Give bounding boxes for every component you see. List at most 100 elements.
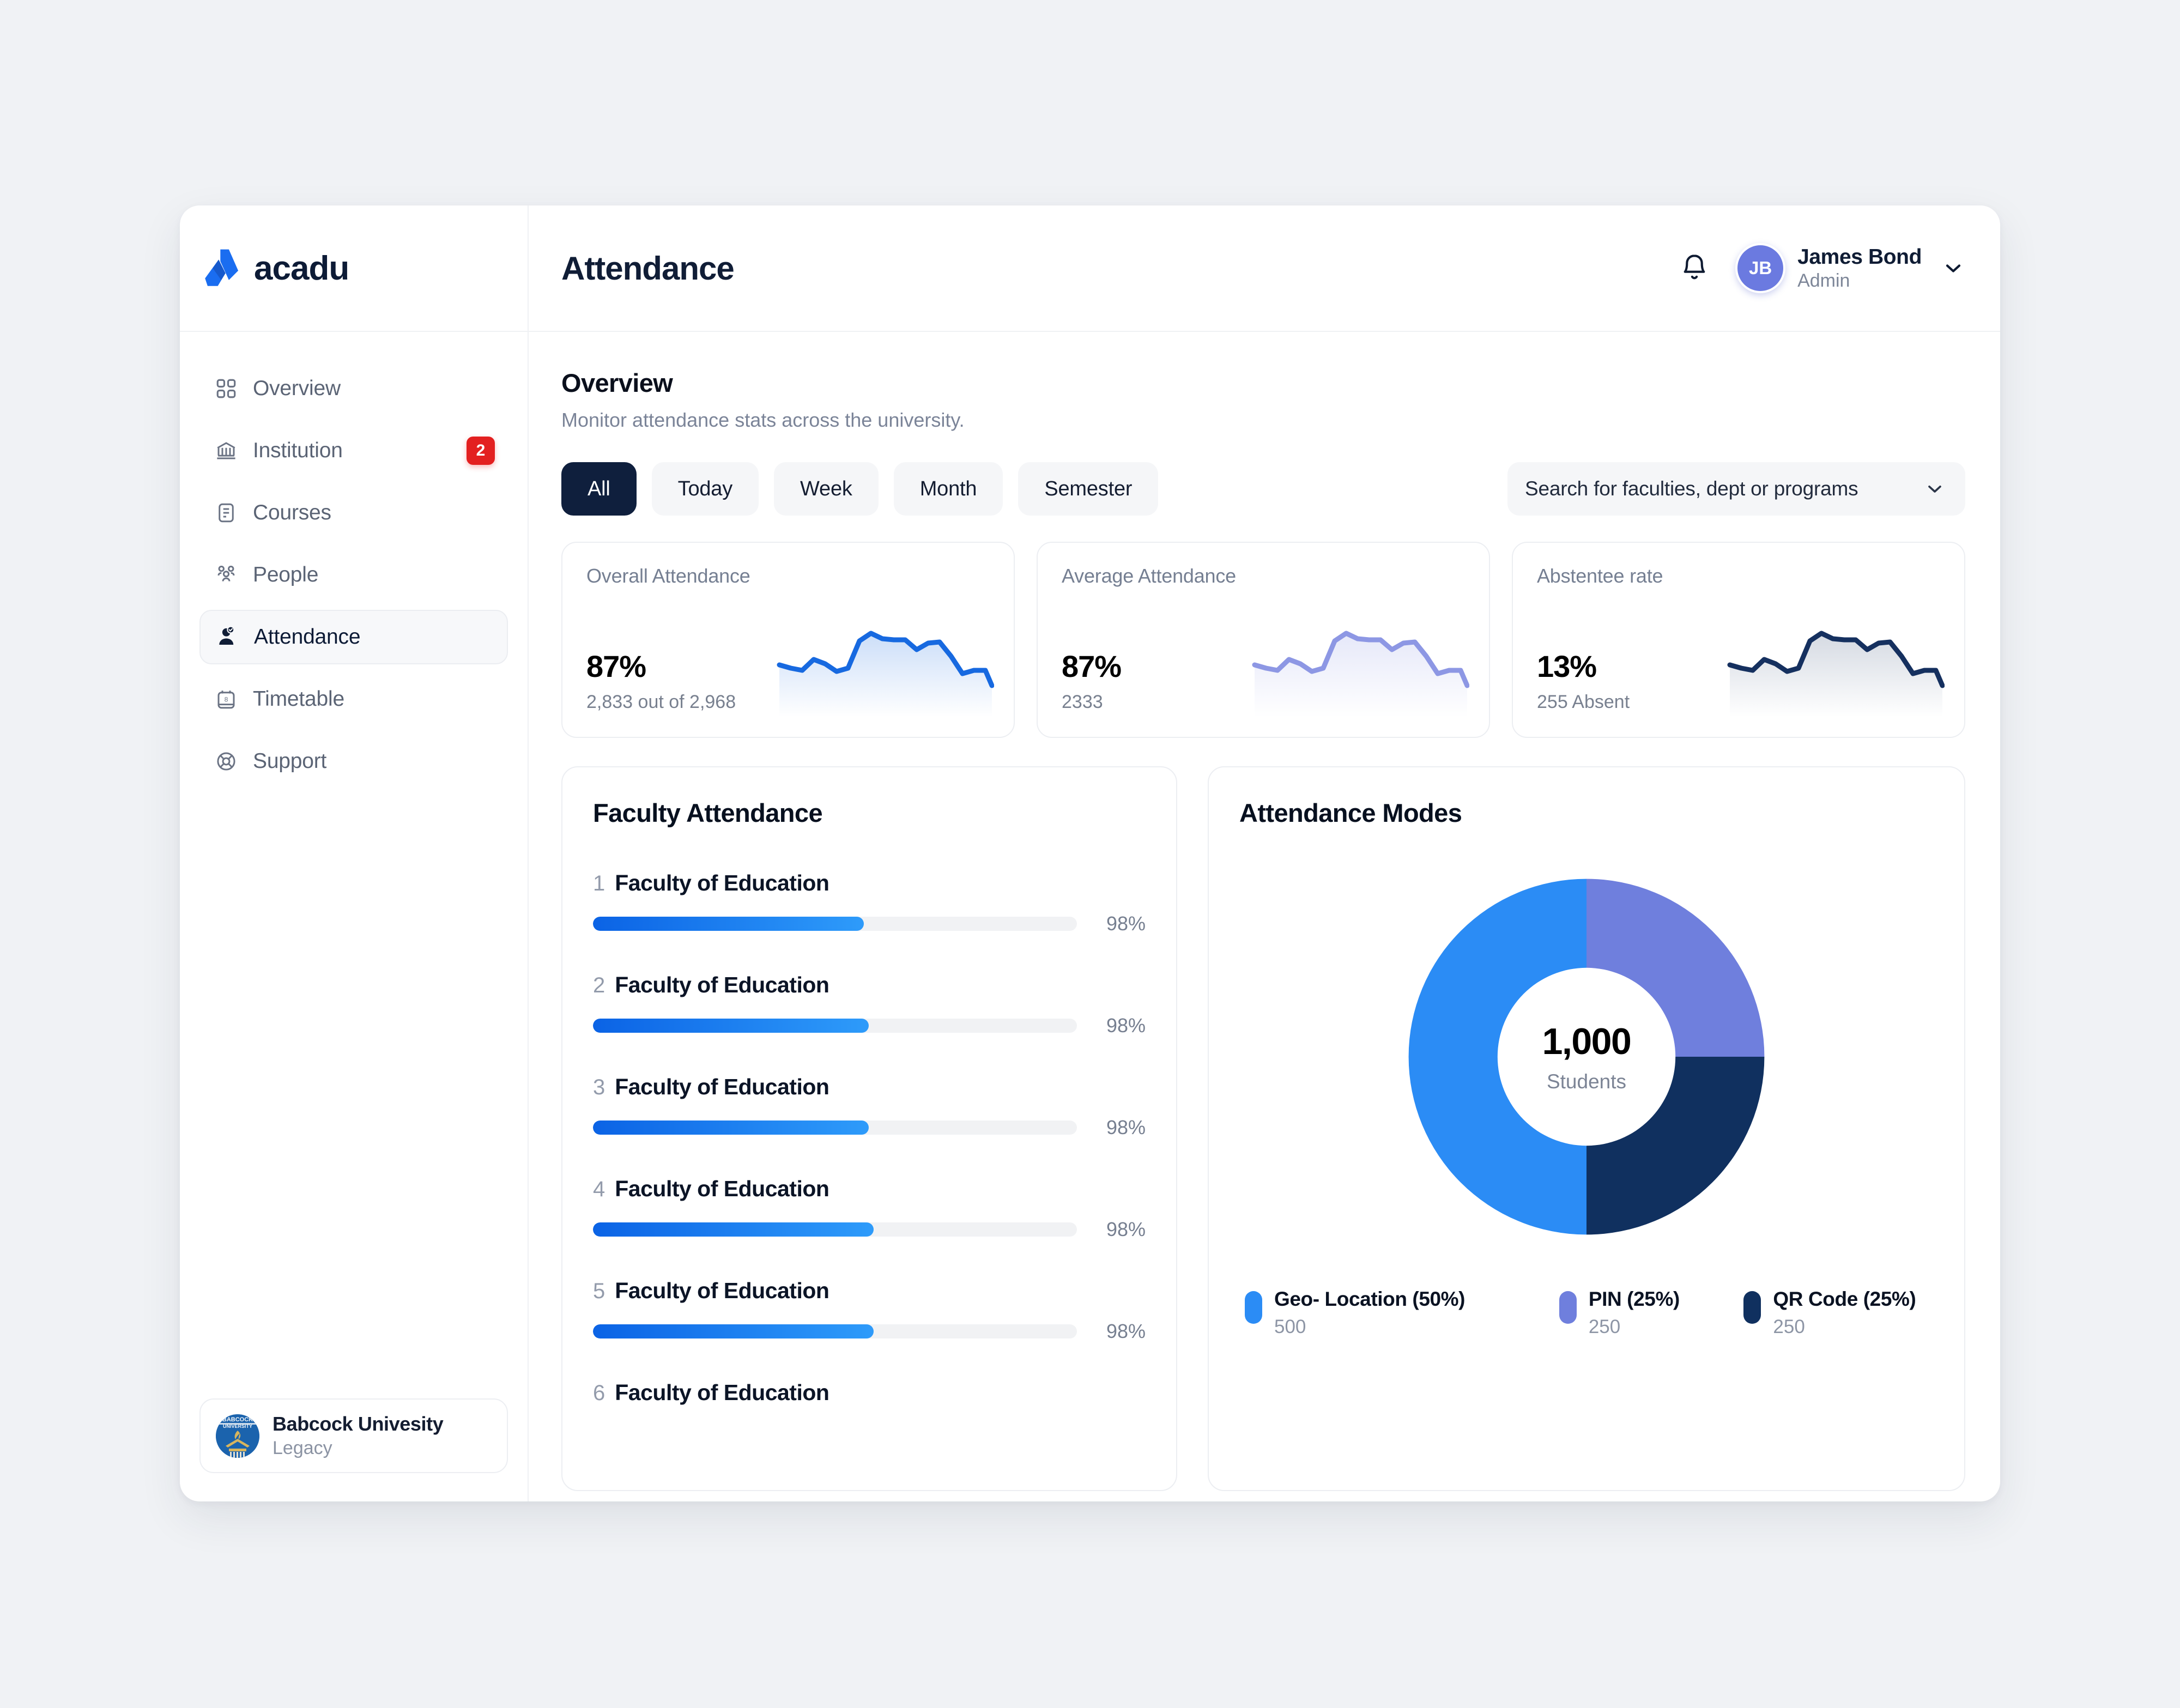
sidebar-item-timetable[interactable]: 8 Timetable [199, 672, 508, 726]
babcock-crest-icon: BABCOCK UNIVERSITY [216, 1414, 259, 1458]
faculty-list: 1 Faculty of Education 98% 2 Faculty of … [593, 870, 1146, 1406]
main-area: Attendance JB James Bond Admin Overview … [529, 205, 2000, 1501]
acadu-logo-icon [202, 247, 244, 289]
legend-swatch [1743, 1291, 1761, 1324]
lifebuoy-icon [214, 749, 239, 774]
faculty-percent: 98% [1106, 1014, 1146, 1037]
stat-label: Average Attendance [1062, 565, 1236, 587]
stat-card-overall-attendance: Overall Attendance 87% 2,833 out of 2,96… [561, 542, 1015, 738]
progress-bar [593, 1121, 1077, 1135]
legend-label: Geo- Location (50%) [1274, 1288, 1466, 1310]
stat-value: 87% [586, 649, 646, 683]
page-title: Attendance [561, 250, 735, 287]
faculty-percent: 98% [1106, 912, 1146, 935]
sidebar-item-overview[interactable]: Overview [199, 361, 508, 416]
brand[interactable]: acadu [180, 205, 528, 332]
topbar-actions: JB James Bond Admin [1678, 243, 1965, 293]
app-window: acadu Overview Institution 2 Courses Peo… [180, 205, 2000, 1501]
sidebar-item-support[interactable]: Support [199, 734, 508, 789]
content: Overview Monitor attendance stats across… [529, 332, 2000, 1501]
progress-bar [593, 917, 1077, 931]
stat-cards: Overall Attendance 87% 2,833 out of 2,96… [561, 542, 1965, 738]
donut-center-label: 1,000 Students [1401, 871, 1772, 1242]
legend-item-pin: PIN (25%) 250 [1559, 1288, 1744, 1338]
chevron-down-icon[interactable] [1924, 478, 1946, 500]
topbar: Attendance JB James Bond Admin [529, 205, 2000, 332]
user-role: Admin [1797, 270, 1850, 291]
faculty-name: Faculty of Education [615, 972, 829, 997]
legend-swatch [1245, 1291, 1262, 1324]
donut-legend: Geo- Location (50%) 500 PIN (25%) 250 QR… [1239, 1288, 1934, 1338]
legend-value: 250 [1588, 1316, 1621, 1337]
organization-card[interactable]: BABCOCK UNIVERSITY Babcock Univesity Leg… [199, 1398, 508, 1473]
stat-value: 87% [1062, 649, 1122, 683]
sparkline-chart [1727, 614, 1945, 717]
chevron-down-icon[interactable] [1941, 256, 1965, 280]
filter-row: All Today Week Month Semester Search for… [561, 462, 1965, 516]
faculty-rank: 1 [593, 871, 605, 895]
sidebar-item-label: Timetable [253, 687, 344, 711]
sidebar-item-label: Institution [253, 439, 343, 462]
organization-plan: Legacy [272, 1438, 332, 1458]
chip-month[interactable]: Month [893, 462, 1003, 516]
legend-value: 500 [1274, 1316, 1306, 1337]
bell-icon[interactable] [1678, 251, 1711, 285]
brand-name: acadu [254, 249, 349, 287]
avatar: JB [1735, 243, 1786, 293]
faculty-name: Faculty of Education [615, 1380, 829, 1405]
faculty-attendance-panel: Faculty Attendance 1 Faculty of Educatio… [561, 766, 1177, 1491]
list-item[interactable]: 1 Faculty of Education 98% [593, 870, 1146, 935]
sidebar-item-label: Overview [253, 377, 341, 400]
list-item[interactable]: 4 Faculty of Education 98% [593, 1176, 1146, 1241]
search-input[interactable]: Search for faculties, dept or programs [1525, 477, 1924, 500]
sidebar-item-courses[interactable]: Courses [199, 486, 508, 540]
svg-text:BABCOCK: BABCOCK [222, 1416, 253, 1423]
book-icon [214, 500, 239, 525]
faculty-percent: 98% [1106, 1116, 1146, 1138]
stat-value: 13% [1537, 649, 1597, 683]
calendar-icon: 8 [214, 687, 239, 712]
legend-value: 250 [1773, 1316, 1805, 1337]
legend-item-geo-location: Geo- Location (50%) 500 [1245, 1288, 1559, 1338]
stat-sub: 2,833 out of 2,968 [586, 692, 736, 712]
stat-sub: 255 Absent [1537, 692, 1630, 712]
legend-label: PIN (25%) [1588, 1288, 1680, 1310]
legend-label: QR Code (25%) [1773, 1288, 1916, 1310]
faculty-rank: 6 [593, 1381, 605, 1405]
list-item[interactable]: 5 Faculty of Education 98% [593, 1278, 1146, 1343]
sidebar: acadu Overview Institution 2 Courses Peo… [180, 205, 529, 1501]
list-item[interactable]: 6 Faculty of Education [593, 1380, 1146, 1406]
sparkline-chart [1251, 614, 1470, 717]
lower-panels: Faculty Attendance 1 Faculty of Educatio… [561, 766, 1965, 1491]
list-item[interactable]: 3 Faculty of Education 98% [593, 1074, 1146, 1139]
stat-card-abstentee-rate: Abstentee rate 13% 255 Absent [1512, 542, 1965, 738]
grid-icon [214, 376, 239, 401]
sidebar-item-attendance[interactable]: Attendance [199, 610, 508, 664]
faculty-name: Faculty of Education [615, 1074, 829, 1099]
attendance-modes-panel: Attendance Modes 1,000 Students Geo- Loc… [1208, 766, 1965, 1491]
overview-subtitle: Monitor attendance stats across the univ… [561, 409, 965, 431]
sidebar-item-label: Support [253, 749, 327, 773]
sidebar-item-institution[interactable]: Institution 2 [199, 423, 508, 478]
chip-semester[interactable]: Semester [1018, 462, 1159, 516]
faculty-name: Faculty of Education [615, 1176, 829, 1201]
user-name: James Bond [1797, 245, 1922, 269]
bank-icon [214, 438, 239, 463]
svg-text:UNIVERSITY: UNIVERSITY [223, 1424, 252, 1429]
chip-week[interactable]: Week [774, 462, 879, 516]
sidebar-item-people[interactable]: People [199, 548, 508, 602]
institution-badge: 2 [467, 437, 495, 465]
progress-bar [593, 1019, 1077, 1033]
legend-swatch [1559, 1291, 1577, 1324]
stat-sub: 2333 [1062, 692, 1103, 712]
list-item[interactable]: 2 Faculty of Education 98% [593, 972, 1146, 1037]
donut-chart: 1,000 Students [1401, 871, 1772, 1242]
sparkline-chart [776, 614, 995, 717]
progress-bar [593, 1324, 1077, 1338]
faculty-rank: 2 [593, 973, 605, 997]
chip-today[interactable]: Today [651, 462, 759, 516]
user-profile-menu[interactable]: JB James Bond Admin [1735, 243, 1965, 293]
chip-all[interactable]: All [561, 462, 637, 516]
faculty-search-select[interactable]: Search for faculties, dept or programs [1507, 462, 1965, 516]
faculty-rank: 4 [593, 1177, 605, 1201]
